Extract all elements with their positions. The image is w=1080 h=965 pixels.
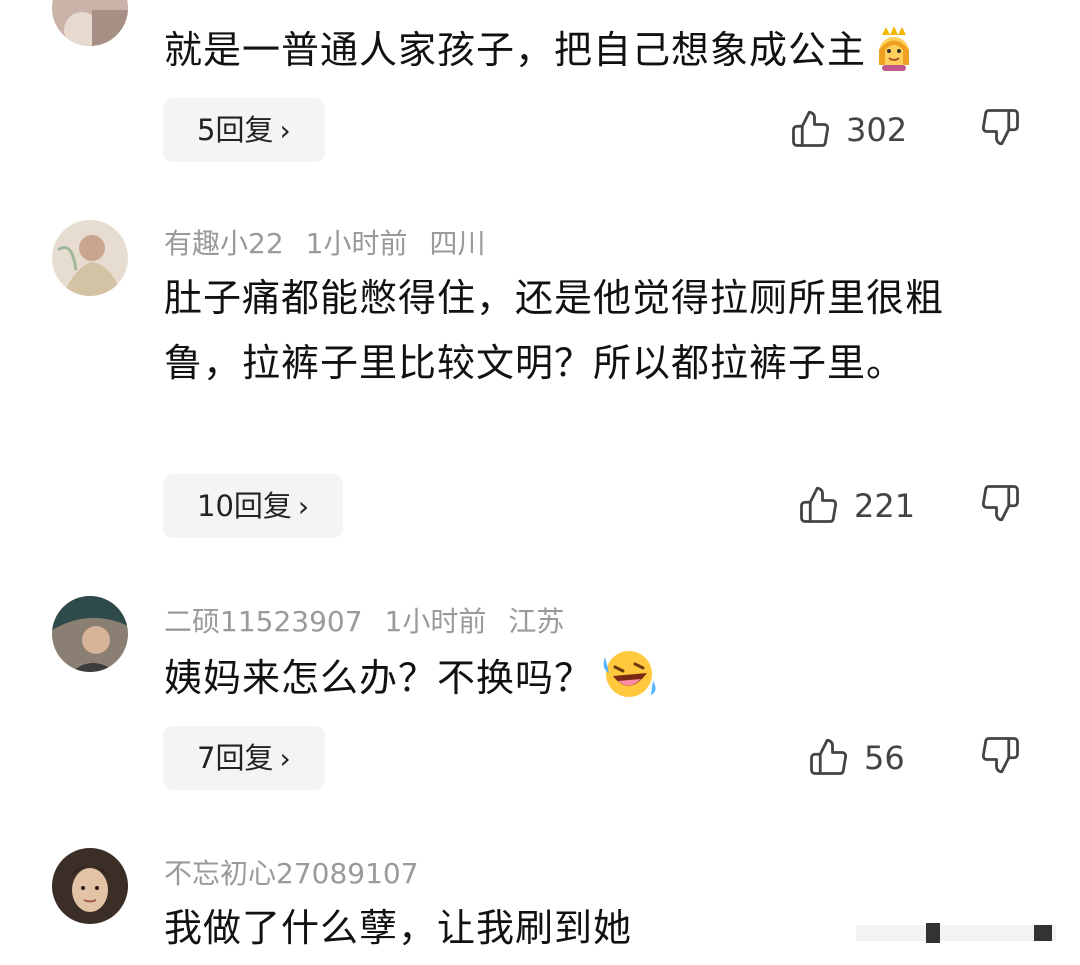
watermark: [856, 923, 1056, 943]
like-count: 221: [854, 487, 916, 525]
chevron-right-icon: ›: [279, 114, 291, 147]
location: 四川: [429, 227, 486, 260]
reply-count-label: 5回复: [197, 113, 274, 147]
comment-text: 姨妈来怎么办？不换吗？: [164, 646, 1024, 719]
location: 江苏: [508, 605, 565, 638]
comment-item: 不忘初心27089107 我做了什么孽，让我刷到她: [0, 846, 1080, 965]
dislike-button[interactable]: [978, 726, 1022, 790]
like-count: 302: [846, 111, 908, 149]
thumbs-down-icon: [979, 107, 1021, 153]
username[interactable]: 有趣小22: [164, 227, 284, 260]
comment-item: 二硕11523907 1小时前 江苏 姨妈来怎么办？不换吗？ 7回复 › 56: [0, 594, 1080, 804]
avatar[interactable]: [52, 596, 128, 672]
comment-text: 肚子痛都能憋得住，还是他觉得拉厕所里很粗鲁，拉裤子里比较文明？所以都拉裤子里。: [164, 276, 945, 385]
rolling-laughing-emoji: [599, 647, 661, 719]
avatar[interactable]: [52, 848, 128, 924]
chevron-right-icon: ›: [279, 742, 291, 775]
username[interactable]: 二硕11523907: [164, 605, 363, 638]
comment-meta: 不忘初心27089107: [164, 852, 441, 892]
chevron-right-icon: ›: [297, 490, 310, 523]
comment-meta: 二硕11523907 1小时前 江苏: [164, 600, 586, 640]
thumbs-up-icon: [798, 483, 840, 529]
comment-meta: 有趣小22 1小时前 四川: [164, 222, 507, 262]
thumbs-down-icon: [979, 735, 1021, 781]
replies-button[interactable]: 5回复 ›: [163, 98, 325, 162]
replies-button[interactable]: 10回复 ›: [163, 474, 344, 538]
timestamp: 1小时前: [384, 605, 487, 638]
princess-emoji: [872, 25, 916, 91]
timestamp: 1小时前: [305, 227, 408, 260]
comment-text: 就是一普通人家孩子，把自己想象成公主: [164, 18, 1024, 91]
comment-item: 就是一普通人家孩子，把自己想象成公主 5回复 › 302: [0, 0, 1080, 180]
thumbs-up-icon: [808, 735, 850, 781]
thumbs-down-icon: [979, 483, 1021, 529]
thumbs-up-icon: [790, 107, 832, 153]
comment-item: 有趣小22 1小时前 四川 肚子痛都能憋得住，还是他觉得拉厕所里很粗鲁，拉裤子里比较…: [0, 218, 1080, 548]
reply-count-label: 7回复: [197, 741, 274, 775]
dislike-button[interactable]: [978, 474, 1022, 538]
like-button[interactable]: 56: [808, 726, 905, 790]
avatar[interactable]: [52, 0, 128, 46]
avatar[interactable]: [52, 220, 128, 296]
replies-button[interactable]: 7回复 ›: [163, 726, 325, 790]
comment-feed: 就是一普通人家孩子，把自己想象成公主 5回复 › 302 有趣小22 1小时前 四川 …: [0, 0, 1080, 965]
username[interactable]: 不忘初心27089107: [164, 857, 419, 890]
like-count: 56: [864, 739, 905, 777]
like-button[interactable]: 221: [798, 474, 915, 538]
like-button[interactable]: 302: [790, 98, 907, 162]
reply-count-label: 10回复: [197, 489, 292, 523]
dislike-button[interactable]: [978, 98, 1022, 162]
